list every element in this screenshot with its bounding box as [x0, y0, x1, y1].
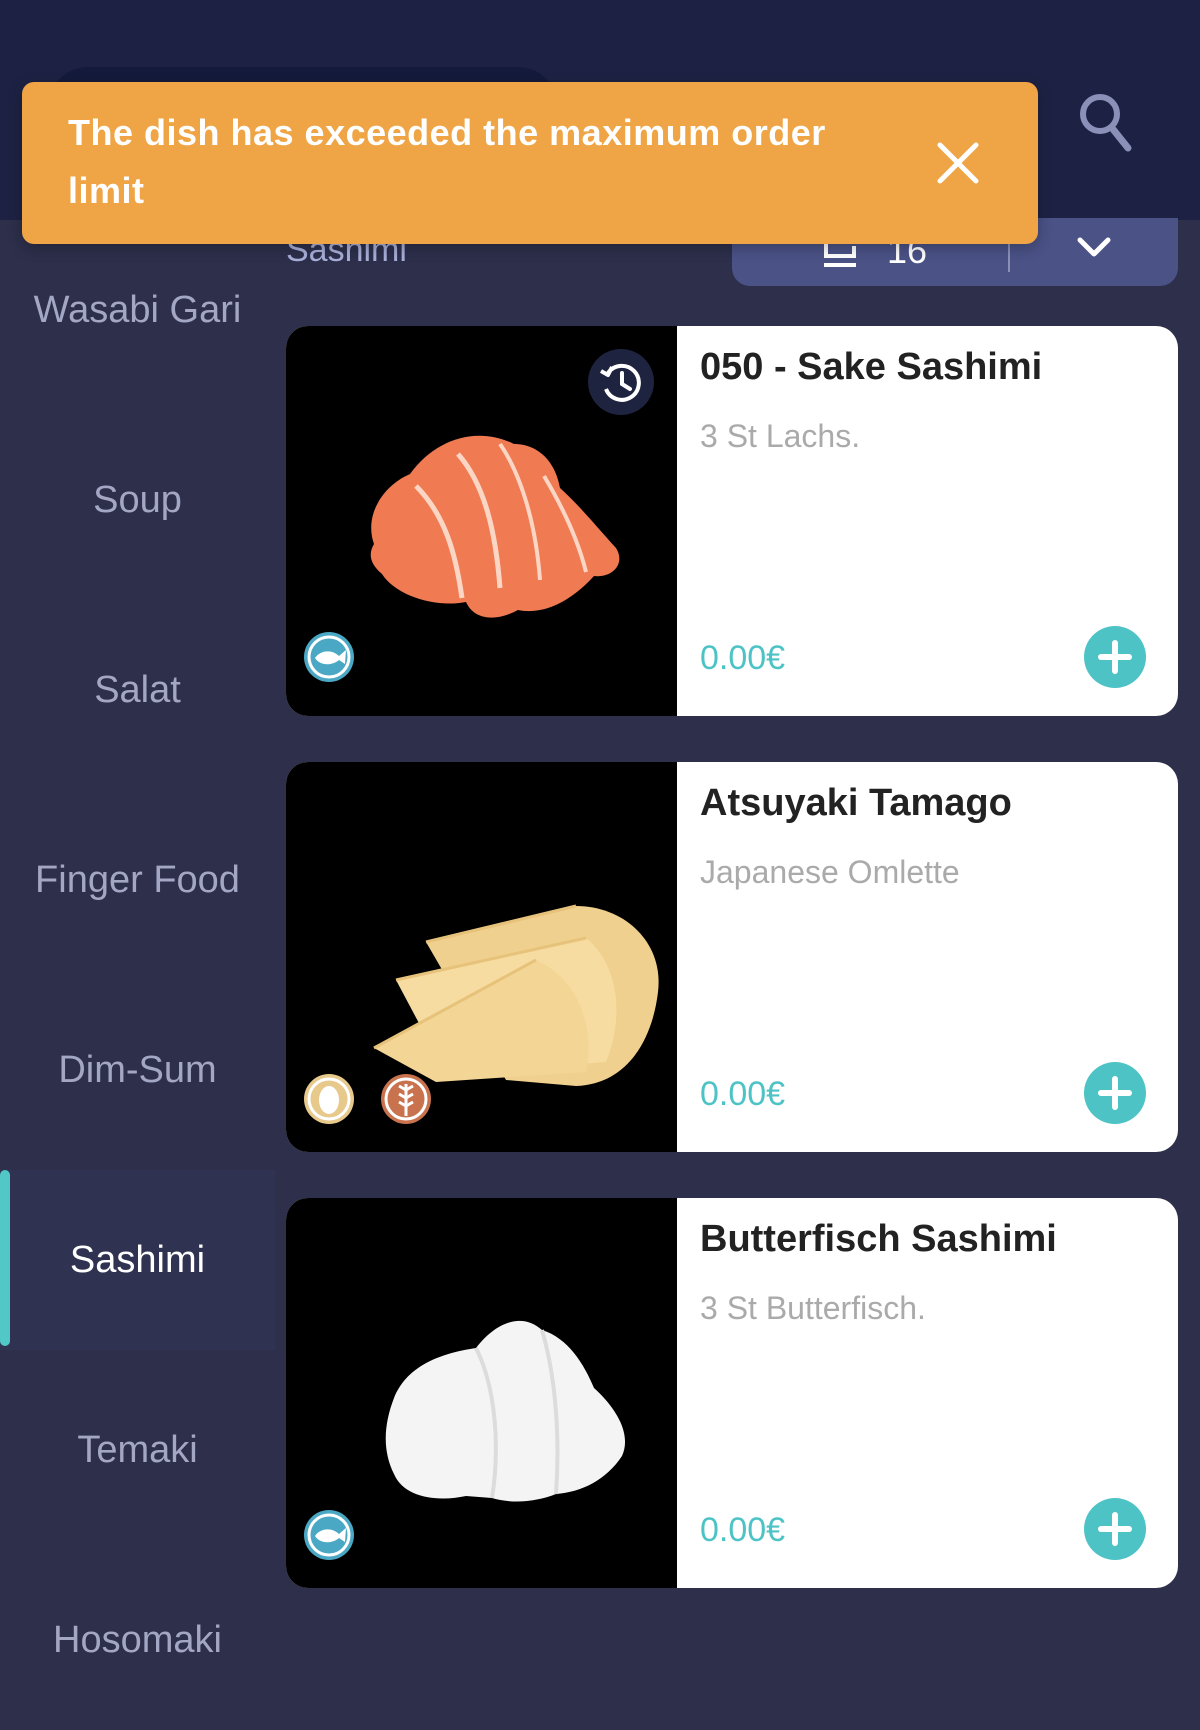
category-hosomaki[interactable]: Hosomaki [0, 1550, 275, 1730]
fish-icon [302, 630, 356, 684]
toast-message: The dish has exceeded the maximum order … [68, 112, 826, 211]
dish-price: 0.00€ [700, 1511, 786, 1549]
category-dim-sum[interactable]: Dim-Sum [0, 980, 275, 1160]
dish-name: 050 - Sake Sashimi [700, 346, 1043, 388]
category-sashimi[interactable]: Sashimi [0, 1170, 275, 1350]
order-history-button[interactable] [588, 349, 654, 415]
category-finger-food[interactable]: Finger Food [0, 790, 275, 970]
history-icon [600, 363, 641, 402]
dish-name: Butterfisch Sashimi [700, 1218, 1057, 1260]
close-icon[interactable] [934, 139, 982, 187]
add-dish-button[interactable] [1084, 626, 1146, 688]
category-soup[interactable]: Soup [0, 410, 275, 590]
add-dish-button[interactable] [1084, 1062, 1146, 1124]
wheat-icon [379, 1072, 433, 1126]
add-dish-button[interactable] [1084, 1498, 1146, 1560]
dish-description: Japanese Omlette [700, 854, 960, 890]
dish-card[interactable]: Butterfisch Sashimi 3 St Butterfisch. 0.… [286, 1198, 1178, 1588]
search-icon[interactable] [1078, 92, 1134, 156]
plus-icon [1098, 1076, 1132, 1110]
dish-photo [286, 326, 677, 716]
plus-icon [1098, 640, 1132, 674]
plus-icon [1098, 1512, 1132, 1546]
dish-description: 3 St Lachs. [700, 418, 861, 454]
category-sidebar: Wasabi Gari Soup Salat Finger Food Dim-S… [0, 220, 275, 1661]
dish-description: 3 St Butterfisch. [700, 1290, 926, 1326]
dish-price: 0.00€ [700, 639, 786, 677]
dish-photo [286, 762, 677, 1152]
dish-name: Atsuyaki Tamago [700, 782, 1012, 824]
dish-photo [286, 1198, 677, 1588]
active-category-indicator [0, 1170, 10, 1346]
fish-icon [302, 1508, 356, 1562]
warning-toast: The dish has exceeded the maximum order … [22, 82, 1038, 244]
dish-card[interactable]: Atsuyaki Tamago Japanese Omlette 0.00€ [286, 762, 1178, 1152]
chevron-down-icon[interactable] [1074, 232, 1114, 262]
dish-card[interactable]: 050 - Sake Sashimi 3 St Lachs. 0.00€ [286, 326, 1178, 716]
dish-price: 0.00€ [700, 1075, 786, 1113]
category-salat[interactable]: Salat [0, 600, 275, 780]
category-temaki[interactable]: Temaki [0, 1360, 275, 1540]
category-wasabi-gari[interactable]: Wasabi Gari [0, 220, 275, 400]
egg-icon [302, 1072, 356, 1126]
